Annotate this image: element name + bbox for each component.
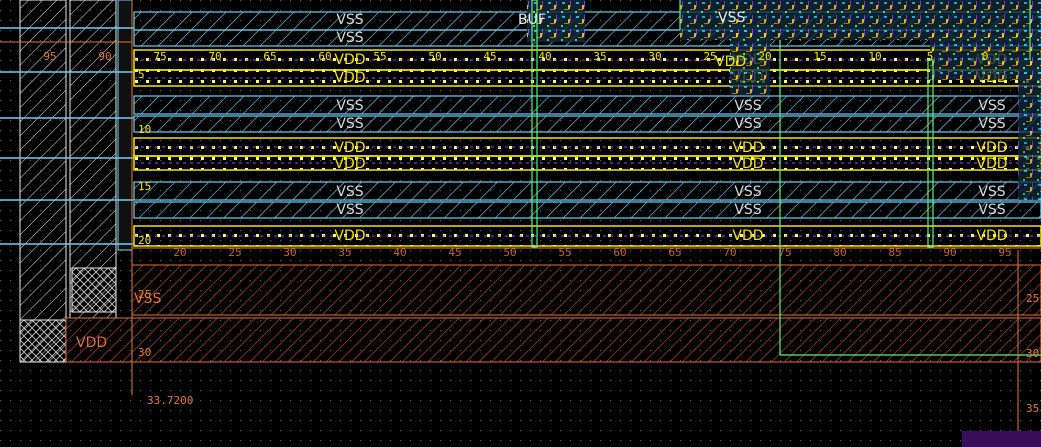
top-ruler-label: 70 [208,50,221,63]
vdd-label: VDD [334,52,365,68]
bottom-ruler-label: 70 [723,246,736,259]
bottom-vdd-label: VDD [76,335,107,351]
vss-label: VSS [978,98,1005,114]
vss-label: VSS [336,30,363,46]
vdd-label: VDD [732,228,763,244]
top-ruler-label: 55 [373,50,386,63]
bottom-ruler-label: 75 [778,246,791,259]
bottom-ruler-label: 35 [338,246,351,259]
vdd-label: VDD [976,156,1007,172]
top-ruler-label: 75 [153,50,166,63]
vdd-label: VDD [334,70,365,86]
vss-rail[interactable] [133,115,1041,133]
top-ruler-label: 50 [428,50,441,63]
layout-view[interactable]: VSSVSSVDDVDDVDDVDDVDDVDDVSSVSSVSSVSSVSSV… [0,0,1041,447]
bottom-ruler-label: 45 [448,246,461,259]
vss-label: VSS [336,202,363,218]
top-ruler-label: 45 [483,50,496,63]
vss-label: VSS [734,184,761,200]
vss-label: VSS [978,184,1005,200]
top-ruler-label: 15 [813,50,826,63]
vss-rail[interactable] [133,95,1041,115]
bottom-ruler-label: 65 [668,246,681,259]
vss-rail[interactable] [133,181,1041,201]
coordinate-readout: 33.7200 [147,394,193,407]
top-ruler-label: 0 [982,50,989,63]
vss-label: VSS [336,184,363,200]
vertical-ruler-label: 20 [138,234,151,247]
vertical-ruler-label: 10 [138,123,151,136]
bottom-ruler-label: 60 [613,246,626,259]
bottom-ruler-label: 50 [503,246,516,259]
bottom-ruler-label: 20 [173,246,186,259]
vdd-label: VDD [334,156,365,172]
bottom-ruler-label: 80 [833,246,846,259]
cell-label-vdd: VDD [715,54,746,70]
left-metal-strip [117,0,133,251]
bottom-ruler-label: 30 [283,246,296,259]
bottom-region-upper [131,264,1041,316]
corner-cell-lower [19,319,67,363]
top-ruler-label: 40 [538,50,551,63]
bottom-ruler-label: 40 [393,246,406,259]
bottom-ruler-label: 55 [558,246,571,259]
vertical-ruler-label: 30 [138,346,151,359]
top-ruler-label: 20 [758,50,771,63]
vss-label: VSS [978,202,1005,218]
vdd-label: VDD [334,140,365,156]
vdd-label: VDD [976,140,1007,156]
status-indicator [962,431,1041,447]
top-ruler-label: 35 [593,50,606,63]
vss-label: VSS [734,202,761,218]
top-ruler-label: 25 [703,50,716,63]
left-ruler-label: 90 [98,50,111,63]
top-ruler-label: 10 [868,50,881,63]
top-ruler-label: 65 [263,50,276,63]
corner-cell [71,267,117,313]
bottom-ruler-label: 90 [943,246,956,259]
bottom-ruler-label: 85 [888,246,901,259]
bottom-vss-label: VSS [134,291,161,307]
vss-rail[interactable] [133,201,1041,219]
vdd-label: VDD [976,228,1007,244]
vss-label: VSS [978,116,1005,132]
vdd-label: VDD [732,140,763,156]
top-ruler-label: 30 [648,50,661,63]
vss-label: VSS [734,116,761,132]
vdd-label: VDD [732,156,763,172]
left-ruler-label: 95 [43,50,56,63]
layout-canvas[interactable]: VSSVSSVDDVDDVDDVDDVDDVDDVSSVSSVSSVSSVSSV… [0,0,1041,447]
vss-label: VSS [734,98,761,114]
right-ruler-label: 30 [1026,347,1039,360]
vss-label: VSS [336,12,363,28]
right-ruler-label: 25 [1026,292,1039,305]
vss-label: VSS [336,116,363,132]
cell-label-buf: BUF [518,12,546,28]
top-ruler-label: 60 [318,50,331,63]
bottom-ruler-label: 25 [228,246,241,259]
vertical-ruler-label: 5 [138,68,145,81]
right-ruler-label: 35 [1026,402,1039,415]
vertical-ruler-label: 15 [138,180,151,193]
cell-label-vss: VSS [718,10,745,26]
top-ruler-label: 5 [927,50,934,63]
vdd-label: VDD [334,228,365,244]
vss-label: VSS [336,98,363,114]
bottom-ruler-label: 95 [998,246,1011,259]
